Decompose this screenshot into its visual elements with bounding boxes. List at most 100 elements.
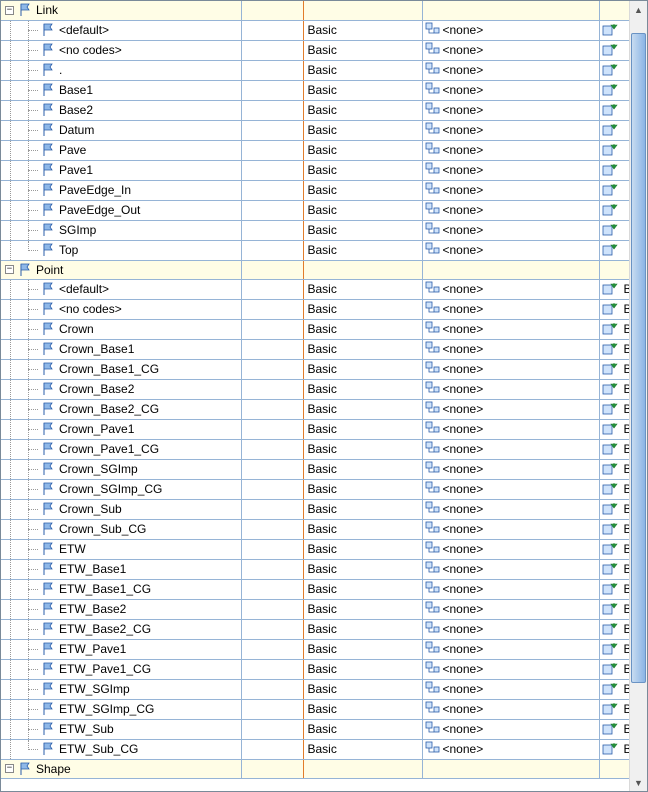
style-value[interactable]: Basic (304, 662, 422, 676)
style-value[interactable]: Basic (304, 602, 422, 616)
style-value[interactable]: Basic (304, 522, 422, 536)
style-value[interactable]: Basic (304, 582, 422, 596)
style-value[interactable]: Basic (304, 302, 422, 316)
label-value[interactable]: <none> (441, 442, 484, 456)
style-value[interactable]: Basic (304, 622, 422, 636)
scroll-track[interactable] (631, 18, 646, 774)
code-row[interactable]: . Basic <none> (1, 60, 629, 80)
label-value[interactable]: <none> (441, 542, 484, 556)
label-value[interactable]: <none> (441, 642, 484, 656)
category-row[interactable]: − Shape (1, 759, 629, 778)
code-row[interactable]: Crown Basic <none> B (1, 319, 629, 339)
category-row[interactable]: − Link (1, 1, 629, 20)
label-value[interactable]: <none> (441, 602, 484, 616)
style-value[interactable]: Basic (304, 143, 422, 157)
label-value[interactable]: <none> (441, 522, 484, 536)
label-value[interactable]: <none> (441, 63, 484, 77)
label-value[interactable]: <none> (441, 103, 484, 117)
label-value[interactable]: <none> (441, 702, 484, 716)
style-value[interactable]: Basic (304, 342, 422, 356)
style-value[interactable]: Basic (304, 502, 422, 516)
code-row[interactable]: Crown_SGImp_CG Basic <none> B (1, 479, 629, 499)
code-row[interactable]: Crown_Sub_CG Basic <none> B (1, 519, 629, 539)
expander-icon[interactable]: − (5, 764, 14, 773)
style-value[interactable]: Basic (304, 223, 422, 237)
code-row[interactable]: <default> Basic <none> (1, 20, 629, 40)
label-value[interactable]: <none> (441, 183, 484, 197)
style-value[interactable]: Basic (304, 183, 422, 197)
label-value[interactable]: <none> (441, 742, 484, 756)
style-value[interactable]: Basic (304, 422, 422, 436)
code-row[interactable]: Crown_Sub Basic <none> B (1, 499, 629, 519)
code-row[interactable]: ETW_Base1_CG Basic <none> B (1, 579, 629, 599)
label-value[interactable]: <none> (441, 502, 484, 516)
code-row[interactable]: <no codes> Basic <none> B (1, 299, 629, 319)
style-value[interactable]: Basic (304, 163, 422, 177)
label-value[interactable]: <none> (441, 402, 484, 416)
label-value[interactable]: <none> (441, 23, 484, 37)
label-value[interactable]: <none> (441, 302, 484, 316)
expander-icon[interactable]: − (5, 6, 14, 15)
code-row[interactable]: <no codes> Basic <none> (1, 40, 629, 60)
code-row[interactable]: ETW_SGImp Basic <none> B (1, 679, 629, 699)
label-value[interactable]: <none> (441, 282, 484, 296)
code-row[interactable]: ETW_SGImp_CG Basic <none> B (1, 699, 629, 719)
style-value[interactable]: Basic (304, 243, 422, 257)
code-row[interactable]: Crown_Base1_CG Basic <none> B (1, 359, 629, 379)
label-value[interactable]: <none> (441, 163, 484, 177)
code-row[interactable]: ETW_Base2 Basic <none> B (1, 599, 629, 619)
code-row[interactable]: Crown_Pave1_CG Basic <none> B (1, 439, 629, 459)
style-value[interactable]: Basic (304, 442, 422, 456)
label-value[interactable]: <none> (441, 43, 484, 57)
style-value[interactable]: Basic (304, 482, 422, 496)
code-row[interactable]: ETW_Pave1 Basic <none> B (1, 639, 629, 659)
label-value[interactable]: <none> (441, 622, 484, 636)
code-row[interactable]: ETW_Base1 Basic <none> B (1, 559, 629, 579)
code-row[interactable]: Crown_Base1 Basic <none> B (1, 339, 629, 359)
code-row[interactable]: SGImp Basic <none> (1, 220, 629, 240)
code-row[interactable]: Crown_Pave1 Basic <none> B (1, 419, 629, 439)
style-value[interactable]: Basic (304, 282, 422, 296)
label-value[interactable]: <none> (441, 662, 484, 676)
label-value[interactable]: <none> (441, 243, 484, 257)
label-value[interactable]: <none> (441, 562, 484, 576)
code-row[interactable]: Base1 Basic <none> (1, 80, 629, 100)
label-value[interactable]: <none> (441, 422, 484, 436)
label-value[interactable]: <none> (441, 482, 484, 496)
code-row[interactable]: Base2 Basic <none> (1, 100, 629, 120)
style-value[interactable]: Basic (304, 702, 422, 716)
style-value[interactable]: Basic (304, 462, 422, 476)
scroll-thumb[interactable] (631, 33, 646, 683)
style-value[interactable]: Basic (304, 43, 422, 57)
label-value[interactable]: <none> (441, 223, 484, 237)
style-value[interactable]: Basic (304, 63, 422, 77)
style-value[interactable]: Basic (304, 362, 422, 376)
code-row[interactable]: ETW_Sub_CG Basic <none> B (1, 739, 629, 759)
label-value[interactable]: <none> (441, 203, 484, 217)
style-value[interactable]: Basic (304, 322, 422, 336)
code-row[interactable]: Pave Basic <none> (1, 140, 629, 160)
label-value[interactable]: <none> (441, 362, 484, 376)
style-value[interactable]: Basic (304, 722, 422, 736)
code-row[interactable]: ETW_Base2_CG Basic <none> B (1, 619, 629, 639)
code-row[interactable]: Crown_Base2 Basic <none> B (1, 379, 629, 399)
code-row[interactable]: Pave1 Basic <none> (1, 160, 629, 180)
scroll-down-button[interactable]: ▼ (631, 774, 646, 791)
label-value[interactable]: <none> (441, 123, 484, 137)
code-row[interactable]: Datum Basic <none> (1, 120, 629, 140)
code-row[interactable]: Crown_Base2_CG Basic <none> B (1, 399, 629, 419)
label-value[interactable]: <none> (441, 382, 484, 396)
style-value[interactable]: Basic (304, 203, 422, 217)
code-row[interactable]: ETW_Sub Basic <none> B (1, 719, 629, 739)
label-value[interactable]: <none> (441, 322, 484, 336)
expander-icon[interactable]: − (5, 265, 14, 274)
code-row[interactable]: ETW Basic <none> B (1, 539, 629, 559)
style-value[interactable]: Basic (304, 23, 422, 37)
label-value[interactable]: <none> (441, 582, 484, 596)
style-value[interactable]: Basic (304, 103, 422, 117)
style-value[interactable]: Basic (304, 682, 422, 696)
style-value[interactable]: Basic (304, 123, 422, 137)
style-value[interactable]: Basic (304, 642, 422, 656)
code-row[interactable]: PaveEdge_Out Basic <none> (1, 200, 629, 220)
style-value[interactable]: Basic (304, 742, 422, 756)
